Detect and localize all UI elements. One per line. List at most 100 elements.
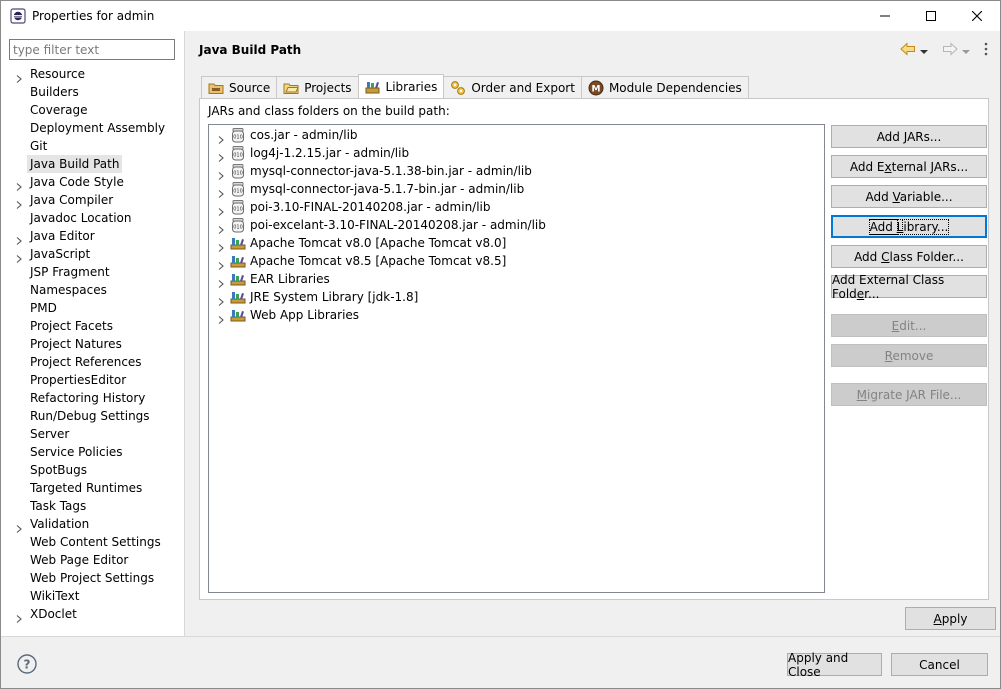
back-menu-chevron-icon[interactable] <box>920 44 928 58</box>
tab-module-dependencies[interactable]: M Module Dependencies <box>580 76 749 98</box>
help-icon[interactable]: ? <box>17 654 37 674</box>
nav-item[interactable]: Targeted Runtimes <box>1 479 185 497</box>
chevron-right-icon[interactable] <box>15 520 23 533</box>
apply-and-close-button[interactable]: Apply and Close <box>787 651 882 679</box>
library-entry[interactable]: 010 poi-excelant-3.10-FINAL-20140208.jar … <box>209 216 824 234</box>
chevron-right-icon[interactable] <box>217 167 225 180</box>
chevron-right-icon[interactable] <box>217 221 225 234</box>
nav-item[interactable]: Builders <box>1 83 185 101</box>
library-entry[interactable]: 010 poi-3.10-FINAL-20140208.jar - admin/l… <box>209 198 824 216</box>
close-button[interactable] <box>954 1 1000 31</box>
nav-item[interactable]: Web Project Settings <box>1 569 185 587</box>
nav-item[interactable]: Namespaces <box>1 281 185 299</box>
chevron-right-icon[interactable] <box>217 131 225 144</box>
maximize-button[interactable] <box>908 1 954 31</box>
nav-item[interactable]: Resource <box>1 65 185 83</box>
add-variable-button[interactable]: Add Variable... <box>831 185 987 208</box>
tab-source[interactable]: Source <box>201 76 278 98</box>
library-icon <box>230 307 246 323</box>
library-entry[interactable]: 010 log4j-1.2.15.jar - admin/lib <box>209 144 824 162</box>
nav-item[interactable]: Web Content Settings <box>1 533 185 551</box>
library-entry[interactable]: 010 mysql-connector-java-5.1.38-bin.jar -… <box>209 162 824 180</box>
nav-item[interactable]: Server <box>1 425 185 443</box>
library-entry[interactable]: 010 cos.jar - admin/lib <box>209 126 824 144</box>
view-menu-icon[interactable] <box>984 42 988 59</box>
chevron-right-icon[interactable] <box>217 185 225 198</box>
page-title: Java Build Path <box>199 43 302 57</box>
cancel-button[interactable]: Cancel <box>891 653 988 676</box>
remove-button[interactable]: Remove <box>831 344 987 367</box>
nav-item[interactable]: Deployment Assembly <box>1 119 185 137</box>
jar-icon: 010 <box>230 127 246 143</box>
migrate-jar-file-button[interactable]: Migrate JAR File... <box>831 383 987 406</box>
minimize-icon <box>880 15 890 17</box>
library-entry[interactable]: EAR Libraries <box>209 270 824 288</box>
jar-icon: 010 <box>230 145 246 161</box>
chevron-right-icon[interactable] <box>15 250 23 263</box>
library-entry[interactable]: Web App Libraries <box>209 306 824 324</box>
edit-button[interactable]: Edit... <box>831 314 987 337</box>
nav-item[interactable]: Run/Debug Settings <box>1 407 185 425</box>
library-entry[interactable]: Apache Tomcat v8.5 [Apache Tomcat v8.5] <box>209 252 824 270</box>
chevron-right-icon[interactable] <box>15 70 23 83</box>
minimize-button[interactable] <box>862 1 908 31</box>
nav-item[interactable]: SpotBugs <box>1 461 185 479</box>
nav-item[interactable]: Project Natures <box>1 335 185 353</box>
library-entry[interactable]: JRE System Library [jdk-1.8] <box>209 288 824 306</box>
nav-item[interactable]: Java Code Style <box>1 173 185 191</box>
chevron-right-icon[interactable] <box>15 232 23 245</box>
libraries-tree[interactable]: 010 cos.jar - admin/lib 010 log4j-1.2.15.ja… <box>208 124 825 593</box>
nav-item-label: Java Code Style <box>30 175 124 189</box>
nav-item[interactable]: JSP Fragment <box>1 263 185 281</box>
add-jars-button[interactable]: Add JARs... <box>831 125 987 148</box>
nav-item[interactable]: Web Page Editor <box>1 551 185 569</box>
nav-item[interactable]: WikiText <box>1 587 185 605</box>
nav-item-label: Coverage <box>30 103 88 117</box>
chevron-right-icon[interactable] <box>217 203 225 216</box>
chevron-right-icon[interactable] <box>217 293 225 306</box>
nav-item[interactable]: JavaScript <box>1 245 185 263</box>
add-external-class-folder-button[interactable]: Add External Class Folder... <box>831 273 987 301</box>
add-external-jars-button[interactable]: Add External JARs... <box>831 155 987 178</box>
nav-item[interactable]: Refactoring History <box>1 389 185 407</box>
nav-item[interactable]: PropertiesEditor <box>1 371 185 389</box>
nav-item[interactable]: PMD <box>1 299 185 317</box>
nav-item[interactable]: Project Facets <box>1 317 185 335</box>
tab-order-and-export[interactable]: Order and Export <box>443 76 582 98</box>
filter-input[interactable] <box>9 39 175 60</box>
add-library-button[interactable]: Add Library... <box>831 215 987 238</box>
tab-libraries[interactable]: Libraries <box>357 74 445 98</box>
chevron-right-icon[interactable] <box>217 311 225 324</box>
chevron-right-icon[interactable] <box>217 275 225 288</box>
chevron-right-icon[interactable] <box>15 610 23 623</box>
nav-item[interactable]: Java Build Path <box>1 155 185 173</box>
libraries-panel: JARs and class folders on the build path… <box>199 98 989 600</box>
nav-item-label: Java Compiler <box>30 193 114 207</box>
library-entry[interactable]: Apache Tomcat v8.0 [Apache Tomcat v8.0] <box>209 234 824 252</box>
forward-menu-chevron-icon[interactable] <box>962 44 970 58</box>
library-entry[interactable]: 010 mysql-connector-java-5.1.7-bin.jar - … <box>209 180 824 198</box>
nav-item[interactable]: Coverage <box>1 101 185 119</box>
nav-item[interactable]: XDoclet <box>1 605 185 623</box>
nav-item[interactable]: Validation <box>1 515 185 533</box>
nav-item-label: Task Tags <box>30 499 87 513</box>
back-arrow-icon[interactable] <box>900 42 916 59</box>
nav-item[interactable]: Git <box>1 137 185 155</box>
library-entry-label: cos.jar - admin/lib <box>250 128 358 142</box>
chevron-right-icon[interactable] <box>217 149 225 162</box>
nav-item[interactable]: Service Policies <box>1 443 185 461</box>
chevron-right-icon[interactable] <box>15 178 23 191</box>
tab-projects[interactable]: Projects <box>276 76 359 98</box>
chevron-right-icon[interactable] <box>15 196 23 209</box>
nav-item[interactable]: Java Compiler <box>1 191 185 209</box>
nav-item[interactable]: Javadoc Location <box>1 209 185 227</box>
nav-item-label: XDoclet <box>30 607 77 621</box>
chevron-right-icon[interactable] <box>217 239 225 252</box>
apply-button[interactable]: Apply <box>905 607 996 630</box>
nav-item[interactable]: Task Tags <box>1 497 185 515</box>
nav-item[interactable]: Java Editor <box>1 227 185 245</box>
nav-item[interactable]: Project References <box>1 353 185 371</box>
add-class-folder-button[interactable]: Add Class Folder... <box>831 245 987 268</box>
forward-arrow-icon[interactable] <box>942 42 958 59</box>
chevron-right-icon[interactable] <box>217 257 225 270</box>
